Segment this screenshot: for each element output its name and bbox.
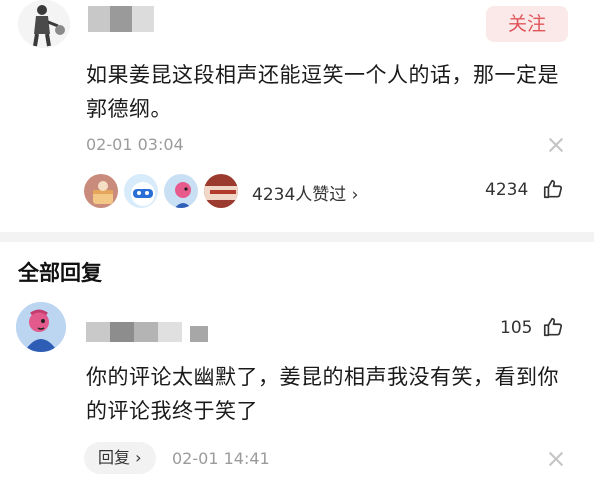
replier-name-blurred[interactable] <box>86 320 210 344</box>
thumbs-up-icon[interactable] <box>542 316 564 338</box>
liker-avatar <box>122 172 160 210</box>
section-divider <box>0 232 594 242</box>
replier-avatar[interactable] <box>16 302 66 352</box>
liker-avatar <box>202 172 240 210</box>
reply-text: 你的评论太幽默了，姜昆的相声我没有笑，看到你的评论我终于笑了 <box>86 365 559 423</box>
replies-section-title: 全部回复 <box>18 261 102 285</box>
liked-summary-link[interactable]: 4234人赞过 › <box>252 180 358 205</box>
comment-like-count: 4234 <box>485 180 529 200</box>
reply-timestamp: 02-01 14:41 <box>172 449 270 468</box>
liker-avatar <box>162 172 200 210</box>
reply-like-count: 105 <box>500 318 533 338</box>
commenter-avatar[interactable] <box>18 0 70 48</box>
comment-text: 如果姜昆这段相声还能逗笑一个人的话，那一定是郭德纲。 <box>86 63 559 121</box>
follow-button[interactable]: 关注 <box>486 6 568 42</box>
thumbs-up-icon[interactable] <box>542 178 564 200</box>
close-icon[interactable] <box>546 449 566 469</box>
comment-timestamp: 02-01 03:04 <box>86 135 184 154</box>
reply-button[interactable]: 回复 › <box>84 442 156 474</box>
close-icon[interactable] <box>546 135 566 155</box>
liker-avatar <box>82 172 120 210</box>
commenter-name-blurred[interactable] <box>88 6 156 34</box>
